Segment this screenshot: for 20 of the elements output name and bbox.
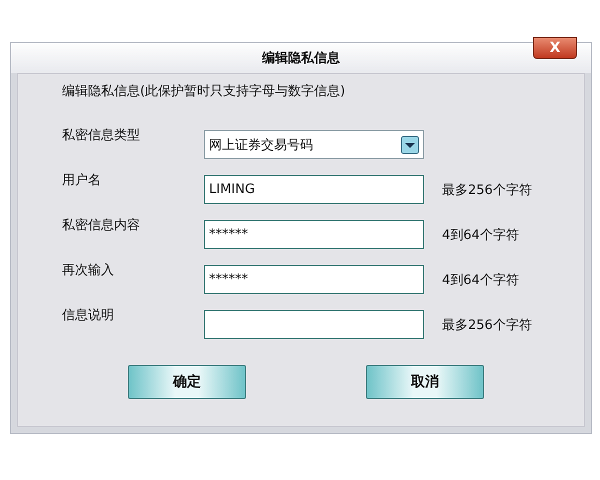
input-field[interactable]: ****** [204,220,424,249]
intro-text: 编辑隐私信息(此保护暂时只支持字母与数字信息) [62,83,346,100]
field-hint: 4到64个字符 [442,272,520,288]
cancel-button[interactable]: 取消 [366,365,484,399]
field-label: 再次输入 [62,262,115,279]
input-field[interactable] [204,310,424,339]
field-label: 私密信息内容 [62,217,141,234]
field-hint: 最多256个字符 [442,182,533,198]
field-label: 用户名 [62,172,102,189]
input-field[interactable]: LIMING [204,175,424,204]
field-label: 信息说明 [62,307,115,324]
input-field[interactable]: ****** [204,265,424,294]
field-hint: 最多256个字符 [442,316,533,334]
close-button[interactable]: X [533,37,577,59]
type-dropdown[interactable]: 网上证券交易号码 [204,130,424,159]
window-title: 编辑隐私信息 [262,50,340,67]
field-label: 私密信息类型 [62,127,141,144]
dropdown-value: 网上证券交易号码 [209,136,313,154]
ok-button[interactable]: 确定 [128,365,246,399]
field-hint: 4到64个字符 [442,226,520,244]
